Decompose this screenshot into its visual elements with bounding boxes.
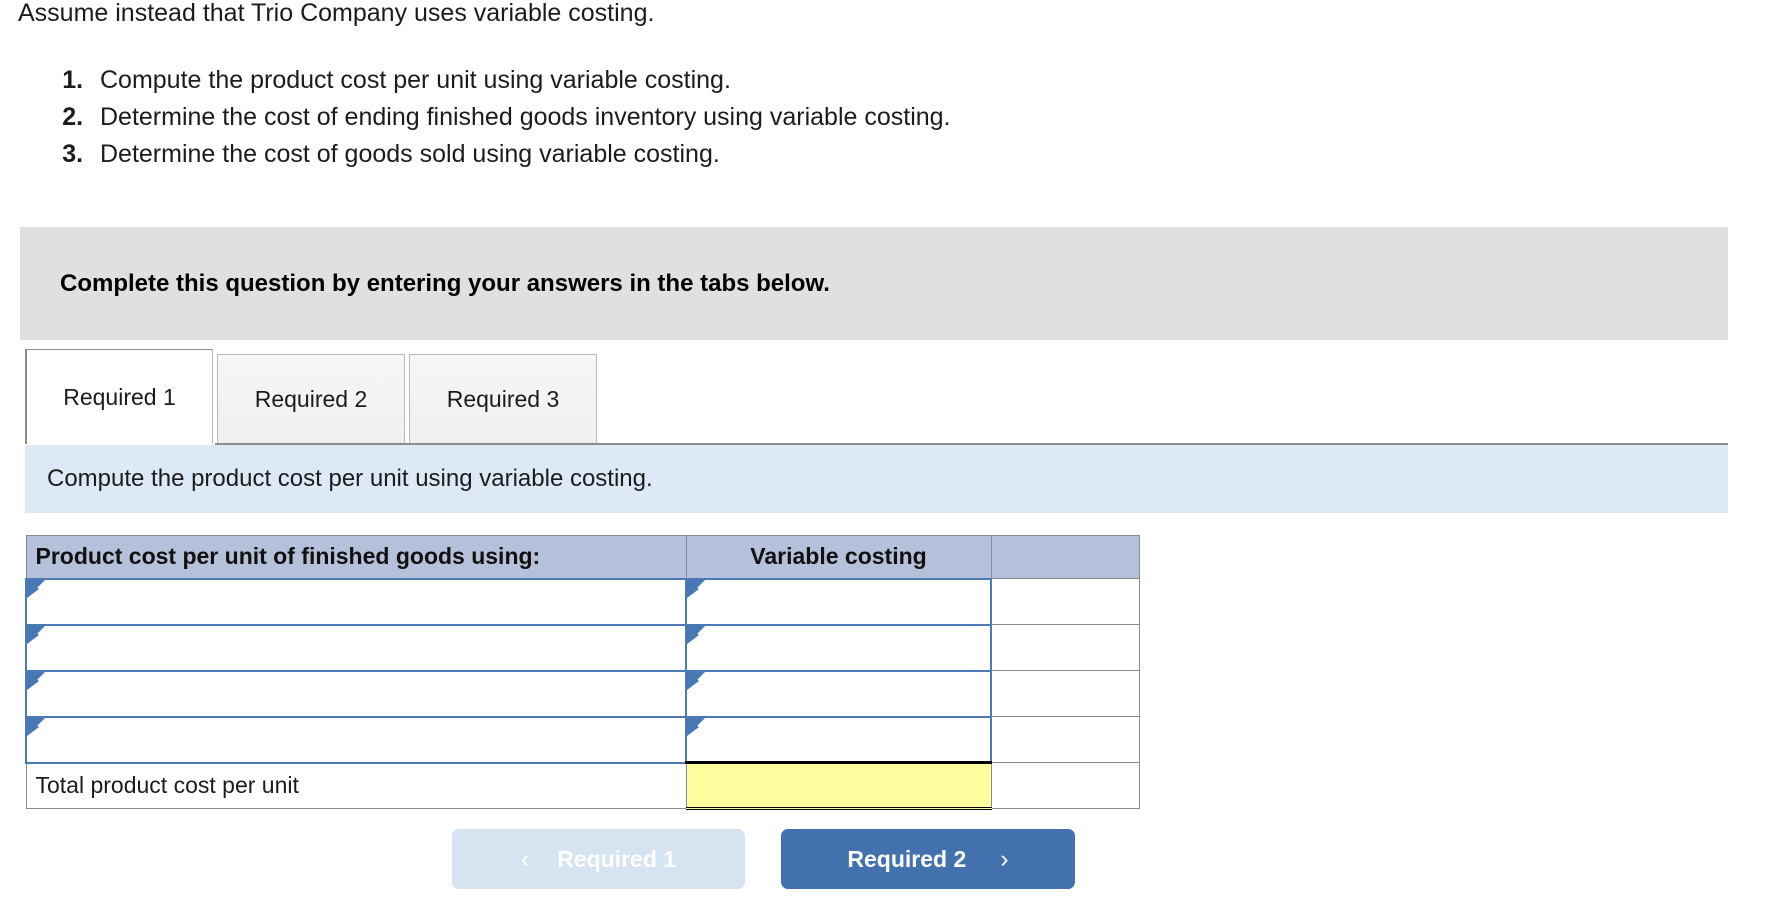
header-variable-costing: Variable costing xyxy=(685,535,992,579)
intro-lead-text: Assume instead that Trio Company uses va… xyxy=(18,0,655,27)
row-spacer-cell xyxy=(990,716,1140,763)
dropdown-arrow-icon xyxy=(687,625,705,644)
cost-item-select-2[interactable] xyxy=(25,623,687,672)
instruction-banner-text: Complete this question by entering your … xyxy=(60,269,830,297)
dropdown-arrow-icon xyxy=(27,625,45,644)
next-required-button[interactable]: Required 2 › xyxy=(781,829,1075,889)
worksheet-header-row: Product cost per unit of finished goods … xyxy=(25,535,1140,579)
header-description: Product cost per unit of finished goods … xyxy=(25,535,687,579)
instruction-banner: Complete this question by entering your … xyxy=(20,227,1728,340)
cost-amount-input-2[interactable] xyxy=(685,623,992,672)
chevron-left-icon: ‹ xyxy=(520,844,530,873)
total-value-cell[interactable] xyxy=(685,761,992,810)
tab-required-3[interactable]: Required 3 xyxy=(409,354,597,444)
next-required-label: Required 2 xyxy=(847,845,967,872)
cost-amount-input-4[interactable] xyxy=(685,715,992,764)
table-row xyxy=(25,623,1140,672)
requirements-list: Compute the product cost per unit using … xyxy=(46,62,951,173)
cost-item-select-3[interactable] xyxy=(25,669,687,718)
tab-required-1[interactable]: Required 1 xyxy=(25,349,213,444)
row-spacer-cell xyxy=(990,762,1140,809)
requirement-tabs: Required 1 Required 2 Required 3 xyxy=(25,349,601,444)
dropdown-arrow-icon xyxy=(687,579,705,598)
tab-required-1-label: Required 1 xyxy=(63,383,176,410)
prev-required-label: Required 1 xyxy=(557,845,677,872)
requirement-item: Determine the cost of goods sold using v… xyxy=(90,136,951,173)
prev-required-button[interactable]: ‹ Required 1 xyxy=(452,829,745,889)
cost-amount-input-1[interactable] xyxy=(685,577,992,626)
table-row xyxy=(25,577,1140,626)
requirement-item: Determine the cost of ending finished go… xyxy=(90,99,951,136)
table-row xyxy=(25,669,1140,718)
tab-navigation: ‹ Required 1 Required 2 › xyxy=(452,829,1075,889)
header-blank xyxy=(990,535,1140,579)
table-row xyxy=(25,715,1140,764)
product-cost-worksheet: Product cost per unit of finished goods … xyxy=(25,535,1140,810)
cost-item-select-4[interactable] xyxy=(25,715,687,764)
row-spacer-cell xyxy=(990,578,1140,625)
question-page: Assume instead that Trio Company uses va… xyxy=(0,0,1768,920)
row-spacer-cell xyxy=(990,670,1140,717)
cost-item-select-1[interactable] xyxy=(25,577,687,626)
tab-required-2[interactable]: Required 2 xyxy=(217,354,405,444)
chevron-right-icon: › xyxy=(1000,844,1009,873)
total-row: Total product cost per unit xyxy=(25,761,1140,810)
requirement-item: Compute the product cost per unit using … xyxy=(90,62,951,99)
dropdown-arrow-icon xyxy=(27,671,45,690)
row-spacer-cell xyxy=(990,624,1140,671)
dropdown-arrow-icon xyxy=(27,579,45,598)
dropdown-arrow-icon xyxy=(687,717,705,736)
tab-instruction-text: Compute the product cost per unit using … xyxy=(47,465,653,492)
tab-required-3-label: Required 3 xyxy=(446,386,560,412)
dropdown-arrow-icon xyxy=(687,671,705,690)
dropdown-arrow-icon xyxy=(27,717,45,736)
tab-instruction-bar: Compute the product cost per unit using … xyxy=(25,443,1728,513)
tab-required-2-label: Required 2 xyxy=(254,386,368,412)
cost-amount-input-3[interactable] xyxy=(685,669,992,718)
total-label: Total product cost per unit xyxy=(25,762,687,809)
